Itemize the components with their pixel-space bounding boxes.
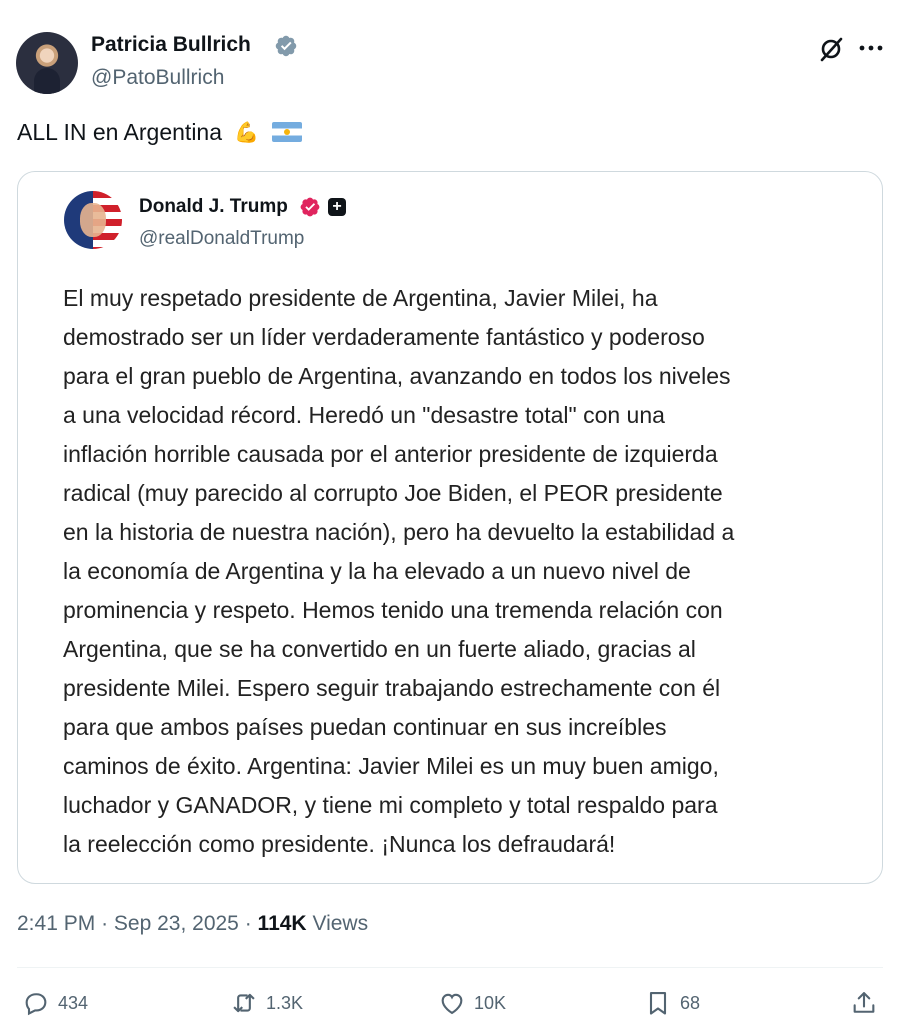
argentina-flag-emoji-icon bbox=[271, 122, 302, 142]
author-handle[interactable]: @PatoBullrich bbox=[91, 66, 224, 90]
tweet-text-content: ALL IN en Argentina bbox=[17, 119, 223, 145]
repost-count: 1.3K bbox=[266, 992, 304, 1013]
share-icon bbox=[853, 992, 875, 1013]
tweet-text: ALL IN en Argentina 💪 bbox=[17, 119, 302, 146]
repost-button[interactable]: 1.3K bbox=[230, 988, 303, 1018]
divider bbox=[17, 967, 883, 968]
reply-icon bbox=[25, 993, 47, 1016]
bookmark-count: 68 bbox=[680, 992, 701, 1013]
quoted-author-avatar[interactable] bbox=[64, 191, 122, 249]
more-icon[interactable] bbox=[857, 36, 885, 60]
verified-badge-icon bbox=[275, 35, 297, 57]
meta-separator: · bbox=[244, 912, 252, 935]
reply-count: 434 bbox=[58, 992, 89, 1013]
repost-icon bbox=[233, 993, 255, 1013]
bookmark-icon bbox=[649, 992, 667, 1015]
heart-icon bbox=[441, 993, 463, 1015]
like-button[interactable]: 10K bbox=[438, 988, 506, 1018]
author-avatar[interactable] bbox=[16, 32, 78, 94]
flexed-biceps-emoji-icon: 💪 bbox=[234, 122, 260, 144]
quoted-author-name[interactable]: Donald J. Trump bbox=[139, 196, 288, 218]
verified-badge-icon bbox=[300, 197, 320, 217]
share-button[interactable] bbox=[850, 988, 886, 1018]
bookmark-button[interactable]: 68 bbox=[644, 988, 700, 1018]
views-label: Views bbox=[312, 912, 369, 935]
quoted-tweet-card[interactable]: Donald J. Trump + @realDonaldTrump El mu… bbox=[17, 171, 883, 884]
quoted-tweet-text: El muy respetado presidente de Argentina… bbox=[63, 285, 735, 857]
quoted-author-handle[interactable]: @realDonaldTrump bbox=[139, 228, 304, 250]
meta-separator: · bbox=[101, 912, 109, 935]
reply-button[interactable]: 434 bbox=[22, 988, 88, 1018]
like-count: 10K bbox=[474, 992, 507, 1013]
tweet-date[interactable]: Sep 23, 2025 bbox=[114, 912, 239, 935]
grok-icon[interactable] bbox=[817, 35, 845, 63]
author-name[interactable]: Patricia Bullrich bbox=[91, 33, 251, 57]
tweet-metadata: 2:41 PM · Sep 23, 2025 · 114K Views bbox=[17, 912, 368, 936]
views-count: 114K bbox=[257, 912, 307, 935]
affiliate-badge-icon: + bbox=[328, 198, 346, 216]
tweet-time[interactable]: 2:41 PM bbox=[17, 912, 95, 935]
